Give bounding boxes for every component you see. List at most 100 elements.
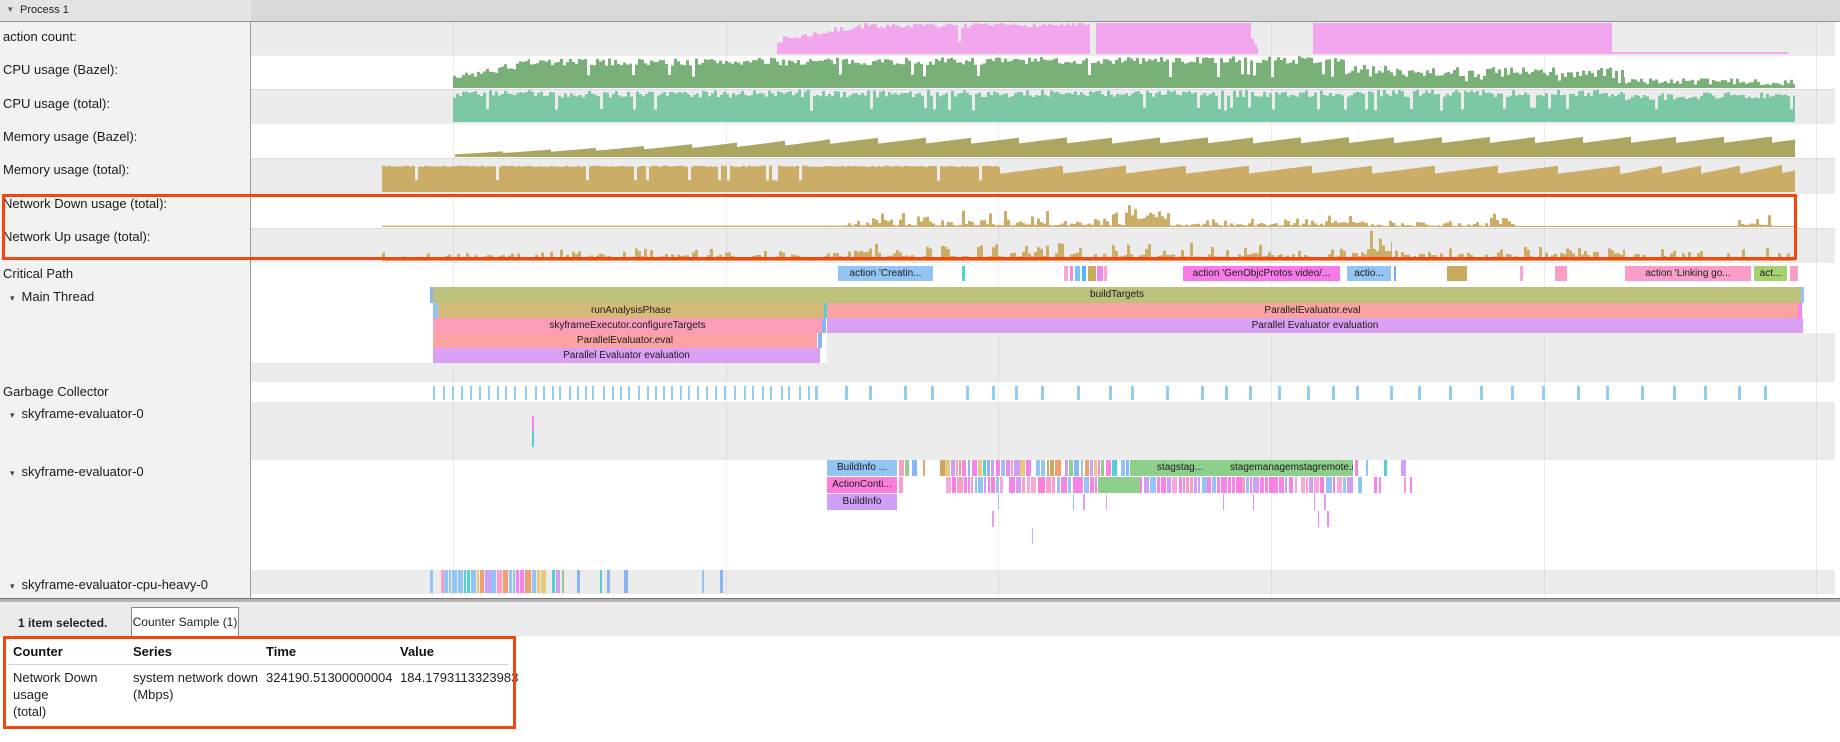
gc-tick[interactable] xyxy=(488,386,490,400)
slice[interactable] xyxy=(1104,266,1107,281)
gc-tick[interactable] xyxy=(1131,386,1134,400)
slice-buildtargets[interactable]: buildTargets xyxy=(433,287,1801,303)
slice[interactable] xyxy=(1404,477,1406,493)
gc-tick[interactable] xyxy=(452,386,454,400)
slice[interactable] xyxy=(1057,477,1061,493)
track-label-skyframe-evaluator-0[interactable]: ▾skyframe-evaluator-0 xyxy=(10,464,144,479)
slice[interactable] xyxy=(1075,266,1080,281)
slice[interactable] xyxy=(1074,460,1079,476)
gc-tick[interactable] xyxy=(904,386,907,400)
gc-tick[interactable] xyxy=(647,386,649,400)
slice[interactable] xyxy=(991,477,995,493)
slice[interactable] xyxy=(951,460,955,476)
network-up-usage-total-chart[interactable] xyxy=(1370,231,1392,261)
slice-actionconti[interactable]: ActionConti... xyxy=(827,477,897,493)
tab-counter-sample[interactable]: Counter Sample (1) xyxy=(131,607,239,637)
slice-stagemanagemstagremote-remot[interactable]: stagemanagemstagremote.remot... xyxy=(1230,460,1353,476)
network-up-usage-total-chart[interactable] xyxy=(845,243,1370,261)
slice-parallelevaluator-eval[interactable]: ParallelEvaluator.eval xyxy=(433,333,817,348)
slice[interactable] xyxy=(998,494,1000,510)
collapse-arrow-icon[interactable]: ▾ xyxy=(10,468,15,478)
network-down-usage-total-chart[interactable] xyxy=(1490,214,1515,227)
gc-tick[interactable] xyxy=(1249,386,1252,400)
slice[interactable] xyxy=(1301,477,1305,493)
slice[interactable] xyxy=(1337,477,1343,493)
slice[interactable] xyxy=(1167,477,1171,493)
slice-action-linking-go[interactable]: action 'Linking go... xyxy=(1625,266,1751,281)
gc-tick[interactable] xyxy=(688,386,690,400)
slice[interactable] xyxy=(1098,460,1100,476)
slice[interactable] xyxy=(1801,287,1804,303)
slice[interactable] xyxy=(1358,477,1362,493)
gc-tick[interactable] xyxy=(697,386,699,400)
slice[interactable] xyxy=(577,570,580,593)
slice[interactable] xyxy=(1088,266,1096,281)
slice[interactable] xyxy=(1194,477,1197,493)
slice[interactable] xyxy=(1085,460,1089,476)
slice[interactable] xyxy=(978,477,982,493)
slice[interactable] xyxy=(1221,477,1227,493)
gc-tick[interactable] xyxy=(505,386,507,400)
gc-tick[interactable] xyxy=(620,386,622,400)
slice[interactable] xyxy=(1038,477,1041,493)
slice-action-genobjcprotos-video[interactable]: action 'GenObjcProtos video/... xyxy=(1183,266,1340,281)
track-label-skyframe-evaluator-cpu-heavy-0[interactable]: ▾skyframe-evaluator-cpu-heavy-0 xyxy=(10,577,208,592)
slice[interactable] xyxy=(532,416,534,431)
slice-skyframeexecutor-configuretargets[interactable]: skyframeExecutor.configureTargets xyxy=(433,318,822,333)
gc-tick[interactable] xyxy=(992,386,995,400)
slice[interactable] xyxy=(1068,477,1072,493)
slice[interactable] xyxy=(1121,460,1126,476)
slice[interactable] xyxy=(471,570,476,593)
gc-tick[interactable] xyxy=(762,386,764,400)
slice[interactable] xyxy=(1202,477,1207,493)
gc-tick[interactable] xyxy=(1542,386,1545,400)
slice[interactable] xyxy=(1555,266,1567,281)
slice[interactable] xyxy=(905,460,909,476)
slice[interactable] xyxy=(1242,477,1245,493)
slice[interactable] xyxy=(991,460,994,476)
slice[interactable] xyxy=(503,570,508,593)
collapse-arrow-icon[interactable]: ▾ xyxy=(10,410,15,420)
slice[interactable] xyxy=(1207,477,1211,493)
slice[interactable] xyxy=(1082,266,1086,281)
slice[interactable] xyxy=(1020,460,1025,476)
slice[interactable] xyxy=(1065,460,1069,476)
slice[interactable] xyxy=(532,570,536,593)
slice[interactable] xyxy=(1172,477,1178,493)
slice[interactable] xyxy=(1324,494,1326,510)
slice-buildinfo[interactable]: BuildInfo ... xyxy=(827,460,897,476)
process-header[interactable]: ▾ Process 1 xyxy=(0,0,1840,22)
slice[interactable] xyxy=(430,570,433,593)
slice[interactable] xyxy=(1084,477,1088,493)
slice[interactable] xyxy=(1041,460,1045,476)
slice[interactable] xyxy=(1269,477,1273,493)
gc-tick[interactable] xyxy=(715,386,717,400)
gc-tick[interactable] xyxy=(808,386,810,400)
slice[interactable] xyxy=(1183,477,1185,493)
network-down-usage-total-chart[interactable] xyxy=(1515,226,1738,227)
gc-tick[interactable] xyxy=(845,386,848,400)
network-down-usage-total-chart[interactable] xyxy=(1738,215,1772,227)
slice[interactable] xyxy=(1079,477,1083,493)
slice[interactable] xyxy=(987,460,990,476)
action-count-chart[interactable] xyxy=(1251,39,1258,54)
slice[interactable] xyxy=(477,570,479,593)
slice[interactable] xyxy=(1011,460,1013,476)
slice[interactable] xyxy=(1041,477,1045,493)
slice[interactable] xyxy=(552,570,555,593)
gc-tick[interactable] xyxy=(461,386,463,400)
slice[interactable] xyxy=(1273,477,1278,493)
gc-tick[interactable] xyxy=(1480,386,1483,400)
slice[interactable] xyxy=(1260,477,1264,493)
gc-tick[interactable] xyxy=(603,386,605,400)
gc-tick[interactable] xyxy=(559,386,561,400)
slice[interactable] xyxy=(497,570,502,593)
network-up-usage-total-chart[interactable] xyxy=(1392,247,1625,261)
slice[interactable] xyxy=(940,460,945,476)
slice[interactable] xyxy=(1101,460,1104,476)
slice[interactable] xyxy=(1253,494,1254,510)
action-count-chart[interactable] xyxy=(1313,23,1612,54)
slice[interactable] xyxy=(1326,477,1332,493)
gc-tick[interactable] xyxy=(663,386,665,400)
slice[interactable] xyxy=(978,460,982,476)
